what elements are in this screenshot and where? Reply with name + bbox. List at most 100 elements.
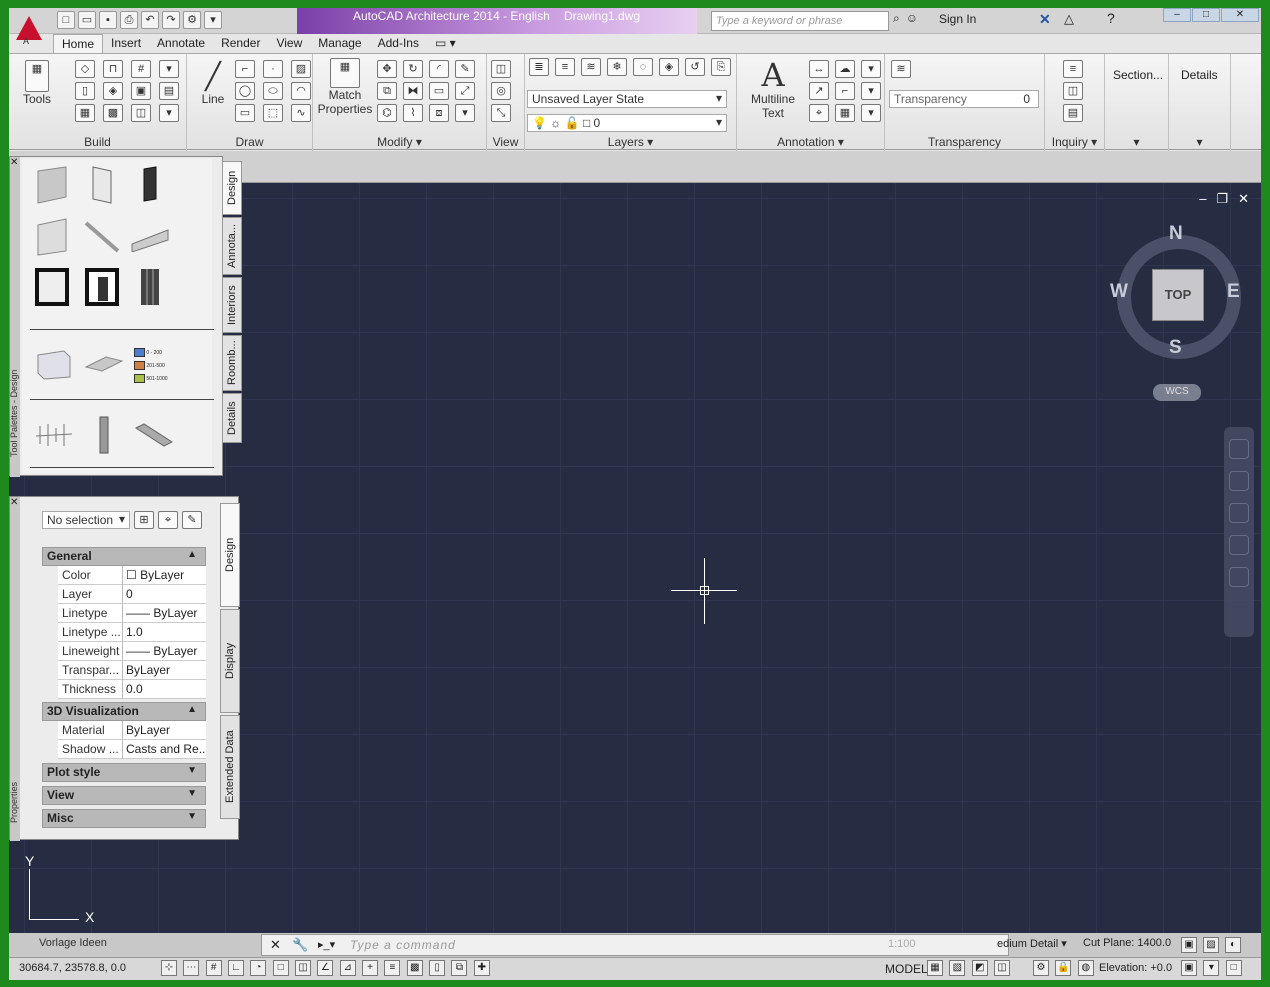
fillet-icon[interactable]: ◜ bbox=[429, 60, 449, 78]
clean-screen-icon[interactable]: □ bbox=[1225, 960, 1242, 976]
door-icon[interactable]: ▯ bbox=[75, 82, 95, 100]
binoculars-icon[interactable]: ⌕ bbox=[893, 11, 900, 26]
hardware-acceleration-icon[interactable]: ◍ bbox=[1077, 960, 1094, 976]
sign-in-button[interactable]: Sign In bbox=[939, 12, 976, 26]
lock-ui-icon[interactable]: 🔒 bbox=[1055, 960, 1072, 976]
workspace-switch-icon[interactable]: ⚙ bbox=[1033, 960, 1049, 976]
inquiry-panel-label[interactable]: Inquiry ▾ bbox=[1045, 135, 1104, 149]
line-button[interactable]: ╱ Line bbox=[195, 60, 231, 106]
rotate-icon[interactable]: ↻ bbox=[403, 60, 423, 78]
dimension-icon[interactable]: ↔ bbox=[809, 60, 829, 78]
redo-icon[interactable]: ↷ bbox=[162, 11, 180, 29]
table-dropdown-icon[interactable]: ▾ bbox=[861, 104, 881, 122]
mirror-icon[interactable]: ⧓ bbox=[403, 82, 423, 100]
layout-tabs-icon[interactable]: ◫ bbox=[994, 960, 1011, 976]
zoom-icon[interactable] bbox=[1229, 503, 1249, 523]
palette-tab-roombook[interactable]: Roomb... bbox=[222, 335, 242, 391]
match-properties-button[interactable]: ▦ Match Properties bbox=[315, 58, 375, 116]
layer-isolate-icon[interactable]: ≡ bbox=[555, 58, 575, 76]
copy-icon[interactable]: ⧉ bbox=[377, 82, 397, 100]
showmotion-icon[interactable] bbox=[1229, 567, 1249, 587]
exchange-icon[interactable]: ✕ bbox=[1039, 11, 1051, 28]
model-space-toggle[interactable]: MODEL bbox=[885, 962, 928, 976]
layer-unisolate-icon[interactable]: ≋ bbox=[581, 58, 601, 76]
tool-palette-titlebar[interactable]: ✕ Tool Palettes - Design bbox=[9, 157, 20, 477]
revision-cloud-icon[interactable]: ☁ bbox=[835, 60, 855, 78]
move-icon[interactable]: ✥ bbox=[377, 60, 397, 78]
tab-manage[interactable]: Manage bbox=[310, 34, 369, 54]
prop-value[interactable]: ☐ ByLayer bbox=[122, 566, 206, 585]
layer-dropdown[interactable]: 💡 ☼ 🔓 □ 0 ▾ bbox=[527, 114, 727, 132]
compass-south[interactable]: S bbox=[1169, 337, 1182, 359]
close-command-icon[interactable]: ✕ bbox=[270, 937, 281, 953]
coordinates[interactable]: 30684.7, 23578.8, 0.0 bbox=[19, 962, 126, 974]
spline-icon[interactable]: ∿ bbox=[291, 104, 311, 122]
railing-tool[interactable] bbox=[130, 217, 170, 257]
prop-row-transparency[interactable]: Transpar... ByLayer bbox=[58, 661, 206, 680]
layer-freeze-icon[interactable]: ❄ bbox=[607, 58, 627, 76]
viewport-close-icon[interactable]: ✕ bbox=[1238, 191, 1249, 207]
palette-tab-interiors[interactable]: Interiors bbox=[222, 277, 242, 333]
hatch-icon[interactable]: ▨ bbox=[291, 60, 311, 78]
command-input[interactable]: Type a command bbox=[350, 938, 456, 952]
3d-osnap-icon[interactable]: ◫ bbox=[295, 960, 312, 976]
tab-add-ins[interactable]: Add-Ins bbox=[370, 34, 427, 54]
user-icon[interactable]: ☺ bbox=[906, 11, 918, 26]
tools-button[interactable]: ▦ Tools bbox=[17, 60, 57, 106]
workspace-icon[interactable]: ⚙ bbox=[183, 11, 201, 29]
section-misc[interactable]: Misc ▼ bbox=[42, 809, 206, 828]
view-panel-label[interactable]: View bbox=[487, 135, 524, 149]
grid-dropdown-icon[interactable]: ▾ bbox=[159, 60, 179, 78]
section-view[interactable]: View ▼ bbox=[42, 786, 206, 805]
save-icon[interactable]: ▪ bbox=[99, 11, 117, 29]
modify-panel-label[interactable]: Modify ▾ bbox=[313, 135, 486, 149]
section-panel-dropdown[interactable]: ▾ bbox=[1105, 135, 1168, 149]
slab-tool[interactable] bbox=[84, 343, 124, 383]
transparency-slider[interactable]: Transparency 0 bbox=[889, 90, 1039, 108]
prop-row-thickness[interactable]: Thickness 0.0 bbox=[58, 680, 206, 699]
door-window-assembly-tool[interactable] bbox=[32, 267, 72, 307]
bulb-icon[interactable]: ◐ bbox=[1225, 937, 1241, 953]
compass-east[interactable]: E bbox=[1227, 281, 1240, 303]
multiline-text-button[interactable]: A Multiline Text bbox=[741, 58, 805, 120]
space-tool[interactable] bbox=[34, 343, 74, 383]
annotation-panel-label[interactable]: Annotation ▾ bbox=[737, 135, 884, 149]
rectangle-icon[interactable]: ▭ bbox=[235, 104, 255, 122]
scale-icon[interactable]: ⤢ bbox=[455, 82, 475, 100]
more-modify-icon[interactable]: ▾ bbox=[455, 104, 475, 122]
osnap-icon[interactable]: □ bbox=[272, 960, 289, 976]
properties-titlebar[interactable]: ✕ Properties bbox=[9, 497, 20, 841]
tab-insert[interactable]: Insert bbox=[103, 34, 149, 54]
annotation-scale[interactable]: 1:100 bbox=[888, 938, 916, 950]
open-icon[interactable]: ▭ bbox=[78, 11, 96, 29]
application-menu-button[interactable]: A bbox=[9, 8, 49, 48]
multileader-icon[interactable]: ⌐ bbox=[835, 82, 855, 100]
cut-plane[interactable]: Cut Plane: 1400.0 bbox=[1083, 937, 1171, 949]
section-3d-visualization[interactable]: 3D Visualization ▲ bbox=[42, 702, 206, 721]
lineweight-icon[interactable]: ≡ bbox=[384, 960, 401, 976]
prop-row-linetype[interactable]: Linetype —— ByLayer bbox=[58, 604, 206, 623]
grid-icon[interactable]: # bbox=[131, 60, 151, 78]
surface-hatch-icon[interactable]: ▨ bbox=[1203, 937, 1219, 953]
orbit-icon[interactable]: ◎ bbox=[491, 82, 511, 100]
layers-panel-label[interactable]: Layers ▾ bbox=[525, 135, 736, 149]
dim-dropdown-icon[interactable]: ▾ bbox=[861, 60, 881, 78]
layer-properties-icon[interactable]: ≣ bbox=[529, 58, 549, 76]
maximize-button[interactable]: □ bbox=[1192, 8, 1220, 22]
curtain-unit-tool[interactable] bbox=[130, 267, 170, 307]
elevation[interactable]: Elevation: +0.0 bbox=[1099, 962, 1172, 974]
tab-home[interactable]: Home bbox=[53, 34, 104, 54]
dyn-icon[interactable]: + bbox=[362, 960, 379, 976]
print-icon[interactable]: ⎙ bbox=[120, 11, 138, 29]
quick-properties-icon[interactable]: ▯ bbox=[429, 960, 446, 976]
viewport-restore-icon[interactable]: ❐ bbox=[1216, 191, 1228, 207]
window-tool[interactable] bbox=[130, 165, 170, 205]
column-tool[interactable] bbox=[84, 415, 124, 455]
opening-icon[interactable]: ◫ bbox=[131, 104, 151, 122]
circle-icon[interactable]: ◯ bbox=[235, 82, 255, 100]
opening-tool[interactable] bbox=[32, 217, 72, 257]
quick-view-drawings-icon[interactable]: ◩ bbox=[971, 960, 988, 976]
layer-match-icon[interactable]: ◈ bbox=[659, 58, 679, 76]
layer-walk-icon[interactable]: ⎘ bbox=[711, 58, 731, 76]
layer-state-dropdown[interactable]: Unsaved Layer State ▾ bbox=[527, 90, 727, 108]
